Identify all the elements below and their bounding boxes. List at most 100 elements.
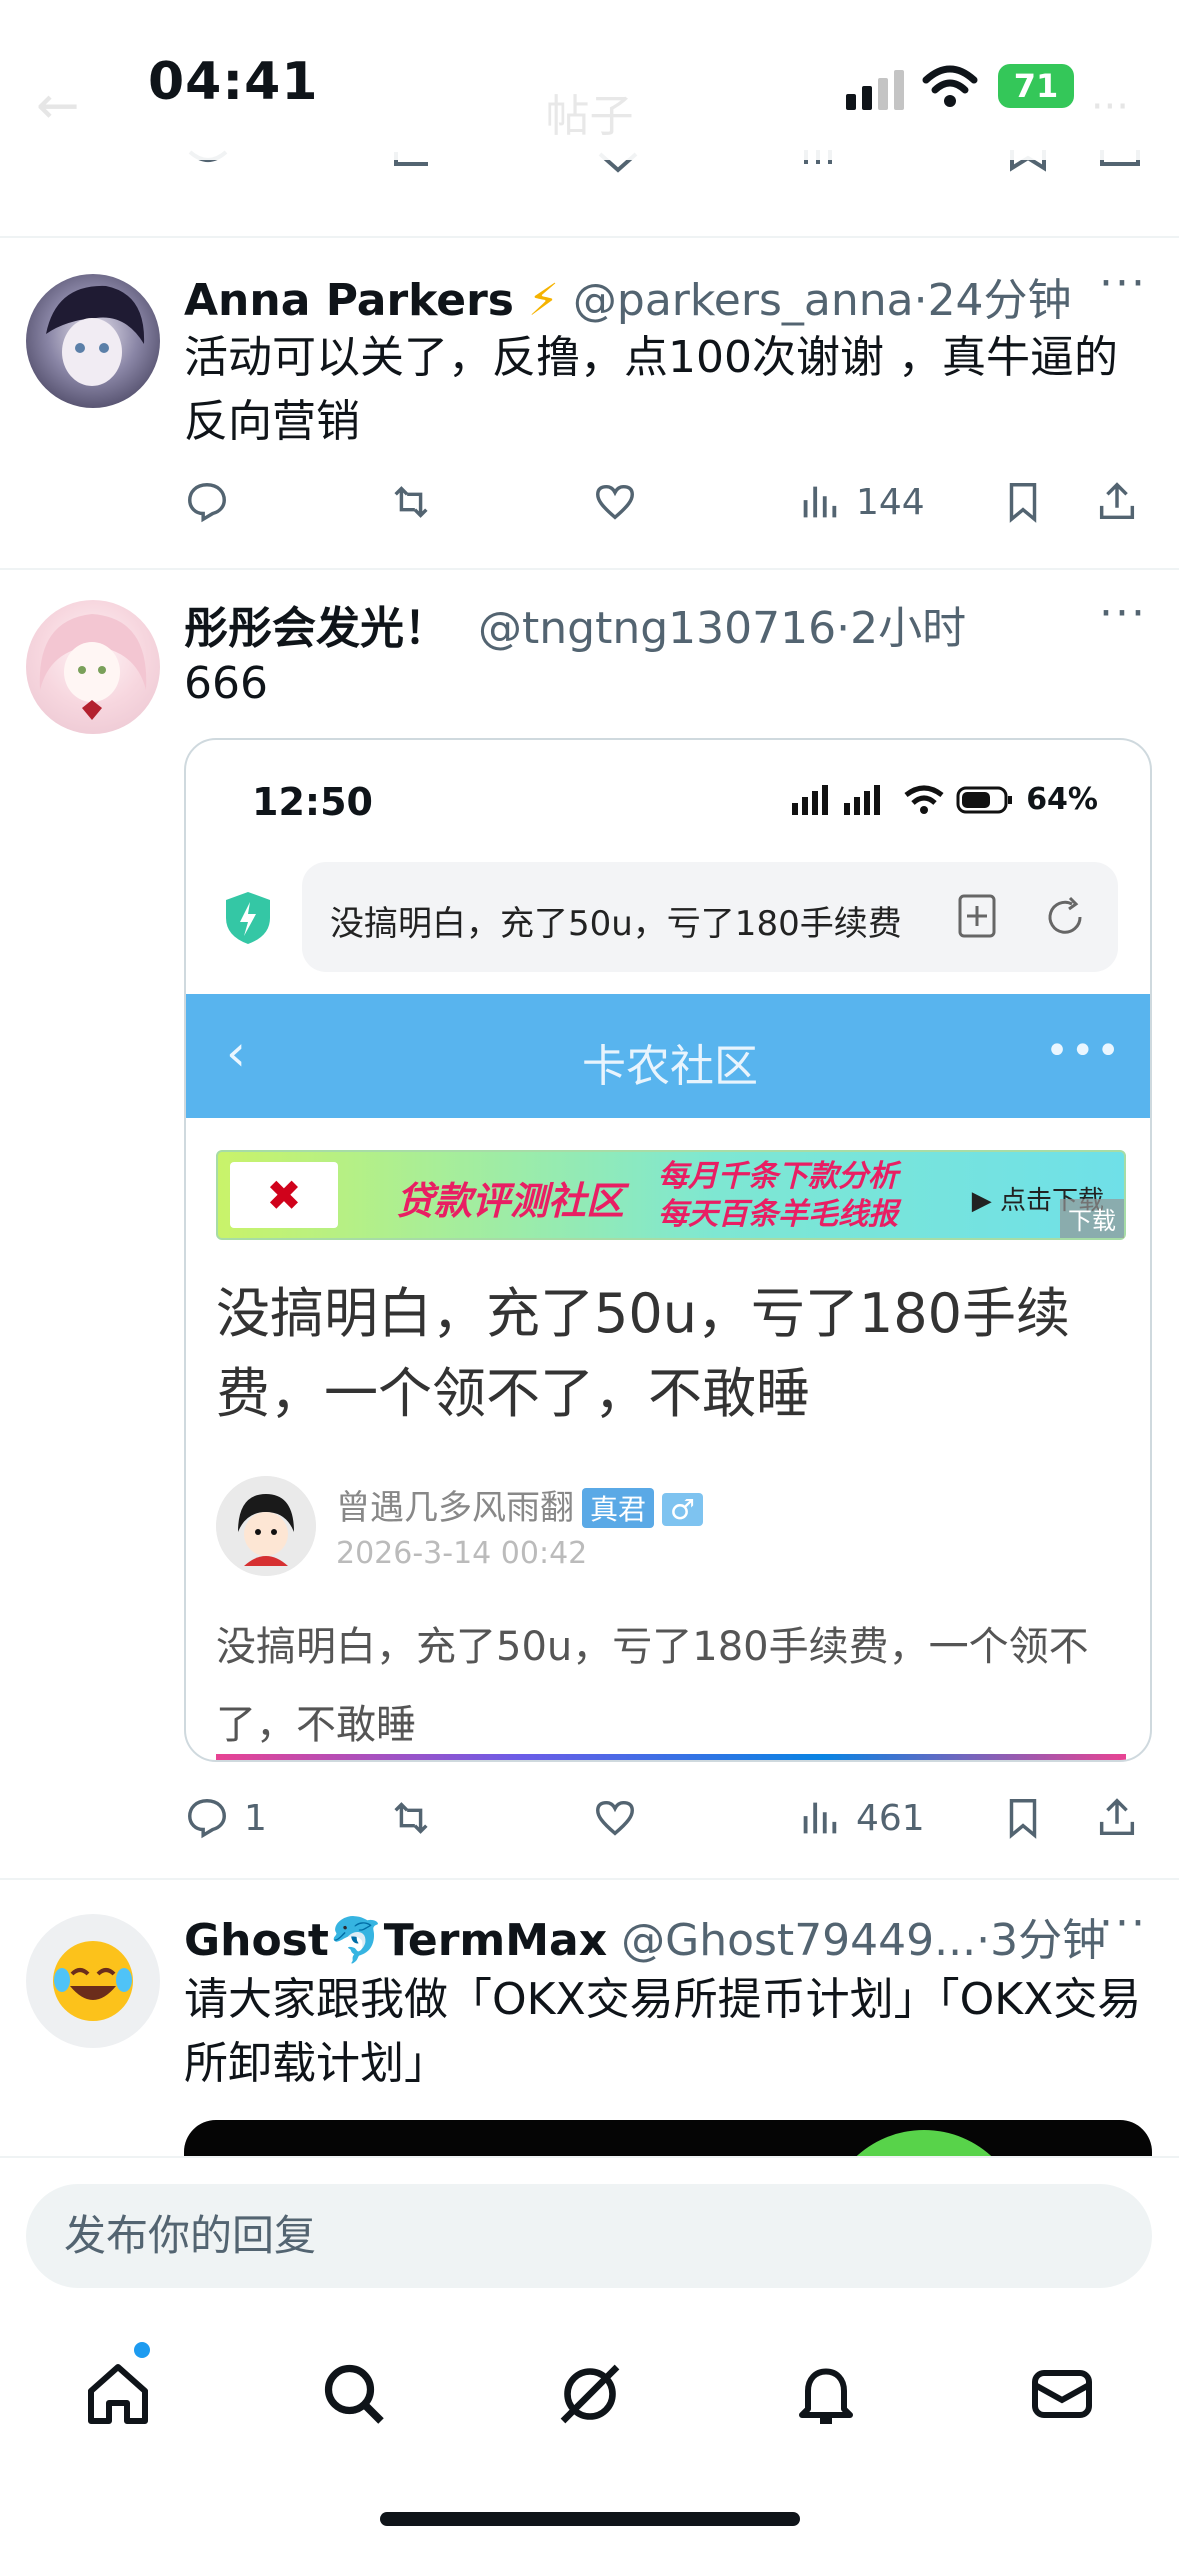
bookmark-icon	[1009, 483, 1037, 523]
embedded-author-name: 曾遇几多风雨翻	[336, 1488, 574, 1528]
embedded-battery-percent: 64%	[1026, 782, 1098, 817]
timestamp: ·2小时	[836, 603, 967, 654]
display-name-suffix[interactable]: TermMax	[384, 1915, 607, 1966]
bookmark-icon	[1009, 1799, 1037, 1839]
views-count: 461	[856, 1797, 925, 1839]
embedded-url-bar[interactable]: 没搞明白，充了50u，亏了180手续费	[302, 862, 1118, 972]
tweet-actions: 1 461	[184, 1788, 1144, 1848]
home-icon	[88, 2364, 148, 2424]
reply-icon	[188, 1799, 226, 1839]
banner-logo: ✖	[230, 1162, 338, 1228]
tab-grok[interactable]	[554, 2358, 626, 2430]
tab-notifications[interactable]	[790, 2358, 862, 2430]
heart-icon	[596, 1800, 634, 1836]
handle[interactable]: @Ghost79449...	[621, 1915, 976, 1966]
dolphin-emoji-icon: 🐬	[328, 1915, 384, 1966]
home-indicator	[380, 2512, 800, 2526]
embedded-nav-title: 卡农社区	[582, 1041, 758, 1092]
timestamp: ·3分钟	[976, 1915, 1107, 1966]
refresh-icon[interactable]	[1042, 894, 1088, 940]
like-button[interactable]	[592, 472, 638, 532]
embedded-gender-icon: ♂	[662, 1493, 704, 1526]
embedded-status-icons: 64%	[792, 782, 1098, 817]
share-button[interactable]	[1094, 1788, 1140, 1848]
tweet-actions: 144	[184, 472, 1144, 532]
bookmark-button[interactable]	[1000, 1788, 1046, 1848]
previous-tweet-actions	[0, 150, 1179, 238]
cellular-signal-icon	[846, 70, 904, 110]
timestamp: ·24分钟	[913, 275, 1072, 326]
more-icon[interactable]: ···	[1091, 84, 1129, 130]
bottom-bar: 发布你的回复	[0, 2156, 1179, 2556]
embedded-post-title: 没搞明白，充了50u，亏了180手续费，一个领不了，不敢睡	[216, 1282, 1071, 1425]
more-options-icon[interactable]: ···	[1099, 258, 1147, 309]
status-time: 04:41	[148, 52, 319, 112]
share-icon	[1099, 1798, 1135, 1836]
like-button[interactable]	[592, 1788, 638, 1848]
wifi-icon	[922, 65, 978, 107]
lightning-badge-icon: ⚡	[527, 275, 559, 326]
battery-indicator: 71	[998, 64, 1074, 108]
views-icon	[803, 1802, 837, 1834]
unread-dot	[134, 2342, 150, 2358]
mail-icon	[1032, 2370, 1092, 2418]
tweet-text: 请大家跟我做「OKX交易所提币计划」「OKX交易所卸载计划」	[184, 1974, 1142, 2089]
banner-line-2: 每天百条羊毛线报	[658, 1197, 898, 1232]
display-name[interactable]: Anna Parkers	[184, 275, 514, 326]
more-options-icon[interactable]: ···	[1099, 1898, 1147, 1949]
display-name[interactable]: 彤彤会发光！	[184, 603, 448, 654]
tweet-text: 活动可以关了，反撸，点100次谢谢 ，真牛逼的反向营销	[184, 332, 1118, 447]
avatar[interactable]	[26, 600, 160, 734]
reply-button[interactable]: 1	[184, 1788, 267, 1848]
repost-button[interactable]	[388, 472, 434, 532]
handle[interactable]: @parkers_anna	[573, 275, 914, 326]
more-options-icon[interactable]: ···	[1099, 588, 1147, 639]
add-bookmark-icon[interactable]	[954, 892, 1000, 942]
reply-count: 1	[244, 1797, 267, 1839]
heart-icon	[596, 484, 634, 520]
banner-line-1: 每月千条下款分析	[658, 1159, 898, 1194]
embedded-signal-icon	[792, 784, 881, 815]
bookmark-button[interactable]	[1000, 472, 1046, 532]
share-icon	[1099, 482, 1135, 520]
avatar[interactable]	[26, 274, 160, 408]
tab-bar	[0, 2358, 1179, 2478]
avatar[interactable]	[26, 1914, 160, 2048]
embedded-ad-banner[interactable]: ✖ 贷款评测社区 每月千条下款分析 每天百条羊毛线报 ▶ 点击下载 下载	[216, 1150, 1126, 1240]
reply-icon	[188, 483, 226, 523]
bell-icon	[799, 2368, 853, 2424]
tab-messages[interactable]	[1026, 2358, 1098, 2430]
embedded-author-badge: 真君	[582, 1488, 655, 1528]
shield-icon	[226, 892, 270, 944]
views-icon	[803, 486, 837, 518]
tweet-text: 666	[184, 658, 268, 709]
embedded-author-avatar	[216, 1476, 316, 1576]
reply-button[interactable]	[184, 472, 230, 532]
embedded-screenshot[interactable]: 12:50 64% 没搞明白，充了50u，亏了180手续费 ‹ 卡农社区 •••…	[184, 738, 1152, 1762]
embedded-post-body: 没搞明白，充了50u，亏了180手续费，一个领不了，不敢睡	[216, 1624, 1089, 1748]
views-button[interactable]: 144	[796, 472, 925, 532]
share-button[interactable]	[1094, 472, 1140, 532]
status-bar: ← 帖子 ··· 04:41 71	[0, 0, 1179, 160]
embedded-post-date: 2026-3-14 00:42	[336, 1536, 588, 1571]
display-name[interactable]: Ghost	[184, 1915, 329, 1966]
reply-input[interactable]: 发布你的回复	[26, 2184, 1152, 2288]
views-count: 144	[856, 481, 925, 523]
embedded-image-strip	[216, 1754, 1126, 1760]
repost-icon	[394, 486, 428, 518]
tab-home[interactable]	[82, 2358, 154, 2430]
repost-button[interactable]	[388, 1788, 434, 1848]
banner-title: 贷款评测社区	[396, 1179, 625, 1223]
repost-icon	[394, 1802, 428, 1834]
embedded-nav-bar: ‹ 卡农社区 •••	[186, 994, 1150, 1118]
grok-icon	[560, 2364, 620, 2424]
banner-download-tag: 下载	[1060, 1199, 1124, 1238]
embedded-more-icon[interactable]: •••	[1045, 1028, 1122, 1074]
tweet[interactable]: Anna Parkers ⚡ @parkers_anna·24分钟 ··· 活动…	[0, 240, 1179, 570]
embedded-url-text: 没搞明白，充了50u，亏了180手续费	[330, 904, 900, 944]
tab-search[interactable]	[318, 2358, 390, 2430]
handle[interactable]: @tngtng130716	[478, 603, 836, 654]
embedded-wifi-icon	[904, 785, 944, 814]
search-icon	[324, 2364, 384, 2424]
views-button[interactable]: 461	[796, 1788, 925, 1848]
